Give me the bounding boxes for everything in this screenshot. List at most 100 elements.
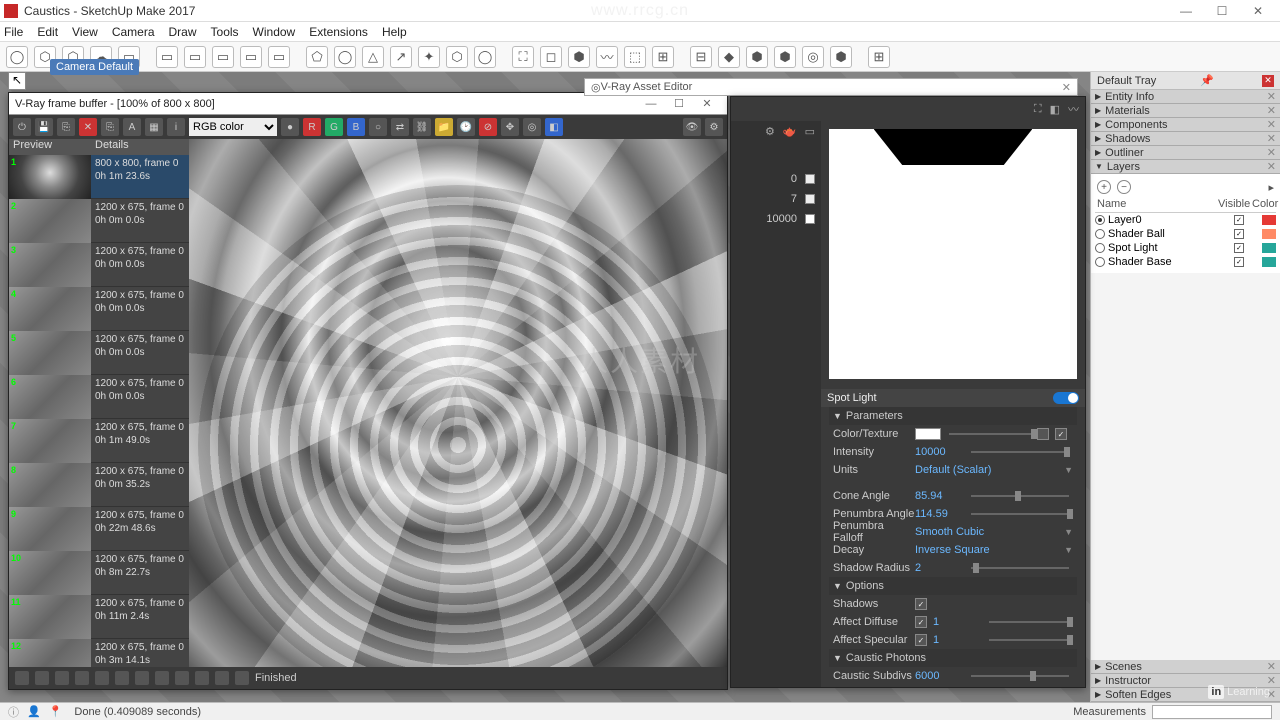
layer-row[interactable]: Layer0✓ xyxy=(1095,213,1276,227)
val-affect-diffuse[interactable]: 1 xyxy=(933,616,985,628)
vfb-titlebar[interactable]: V-Ray frame buffer - [100% of 800 x 800]… xyxy=(9,93,727,115)
penumbra-slider[interactable] xyxy=(971,513,1069,515)
swap-icon[interactable]: ⇄ xyxy=(391,118,409,136)
window-min[interactable]: — xyxy=(1168,0,1204,22)
history-item[interactable]: 31200 x 675, frame 00h 0m 0.0s xyxy=(9,243,189,287)
remove-layer-icon[interactable]: − xyxy=(1117,180,1131,194)
stop-icon[interactable]: ⊘ xyxy=(479,118,497,136)
sb-icon[interactable] xyxy=(195,671,209,685)
units-dropdown[interactable]: Default (Scalar) xyxy=(915,464,1064,476)
toolbar-btn-5[interactable]: ▭ xyxy=(156,46,178,68)
cone-slider[interactable] xyxy=(971,495,1069,497)
geo-icon[interactable]: 📍 xyxy=(49,705,63,718)
asset-tab-close-icon[interactable]: ✕ xyxy=(1062,81,1071,94)
user-icon[interactable]: 👤 xyxy=(27,705,41,718)
history-item[interactable]: 61200 x 675, frame 00h 0m 0.0s xyxy=(9,375,189,419)
menu-window[interactable]: Window xyxy=(253,25,296,39)
layer-visible-checkbox[interactable]: ✓ xyxy=(1234,257,1244,267)
folder-icon[interactable]: 📁 xyxy=(435,118,453,136)
history-item[interactable]: 41200 x 675, frame 00h 0m 0.0s xyxy=(9,287,189,331)
channel-select[interactable]: RGB color xyxy=(189,118,277,136)
rgb-icon[interactable]: ● xyxy=(281,118,299,136)
lens-icon[interactable]: 👁 xyxy=(683,118,701,136)
toolbar-btn-26[interactable]: ⬢ xyxy=(774,46,796,68)
layer-radio[interactable] xyxy=(1095,257,1105,267)
sb-icon[interactable] xyxy=(95,671,109,685)
tray-title[interactable]: Default Tray 📌 ✕ xyxy=(1091,72,1280,90)
tex-chk2[interactable]: ✓ xyxy=(1055,428,1067,440)
diffuse-slider[interactable] xyxy=(989,621,1069,623)
toolbar-btn-13[interactable]: ↗ xyxy=(390,46,412,68)
compare-icon[interactable]: ◧ xyxy=(545,118,563,136)
val-affect-specular[interactable]: 1 xyxy=(933,634,985,646)
history-item[interactable]: 91200 x 675, frame 00h 22m 48.6s xyxy=(9,507,189,551)
history-item[interactable]: 81200 x 675, frame 00h 0m 35.2s xyxy=(9,463,189,507)
gear-icon[interactable]: ⚙ xyxy=(765,125,775,147)
asset-settings-icon[interactable]: 〰 xyxy=(1068,101,1079,117)
tray-close-icon[interactable]: ✕ xyxy=(1262,75,1274,87)
toolbar-btn-6[interactable]: ▭ xyxy=(184,46,206,68)
sb-icon[interactable] xyxy=(115,671,129,685)
layer-color-swatch[interactable] xyxy=(1262,229,1276,239)
toolbar-btn-9[interactable]: ▭ xyxy=(268,46,290,68)
mono-icon[interactable]: ○ xyxy=(369,118,387,136)
region-icon[interactable]: ✥ xyxy=(501,118,519,136)
layer-radio[interactable] xyxy=(1095,229,1105,239)
r-channel[interactable]: R xyxy=(303,118,321,136)
sb-icon[interactable] xyxy=(215,671,229,685)
toolbar-btn-23[interactable]: ⊟ xyxy=(690,46,712,68)
add-layer-icon[interactable]: + xyxy=(1097,180,1111,194)
toolbar-btn-17[interactable]: ⛶ xyxy=(512,46,534,68)
panel-scenes[interactable]: ▶Scenes✕ xyxy=(1091,660,1280,674)
history-icon[interactable]: 🕑 xyxy=(457,118,475,136)
toolbar-btn-27[interactable]: ◎ xyxy=(802,46,824,68)
sb-icon[interactable] xyxy=(15,671,29,685)
val-shadow-radius[interactable]: 2 xyxy=(915,562,967,574)
toolbar-btn-12[interactable]: △ xyxy=(362,46,384,68)
save-icon[interactable]: 💾 xyxy=(35,118,53,136)
history-item[interactable]: 111200 x 675, frame 00h 11m 2.4s xyxy=(9,595,189,639)
tex-chk[interactable] xyxy=(1037,428,1049,440)
parameters-section[interactable]: ▼Parameters xyxy=(829,407,1077,425)
info-icon[interactable]: i xyxy=(167,118,185,136)
link-icon[interactable]: ⛓ xyxy=(413,118,431,136)
layer-visible-checkbox[interactable]: ✓ xyxy=(1234,215,1244,225)
toolbar-btn-21[interactable]: ⬚ xyxy=(624,46,646,68)
toolbar-btn-19[interactable]: ⬢ xyxy=(568,46,590,68)
panel-materials[interactable]: ▶Materials✕ xyxy=(1091,104,1280,118)
layer-color-swatch[interactable] xyxy=(1262,243,1276,253)
asset-expand-icon[interactable]: ⛶ xyxy=(1034,103,1042,116)
asset-dock-icon[interactable]: ◧ xyxy=(1050,103,1060,116)
caustic-slider[interactable] xyxy=(971,675,1069,677)
toolbar-btn-14[interactable]: ✦ xyxy=(418,46,440,68)
menu-view[interactable]: View xyxy=(72,25,98,39)
sb-icon[interactable] xyxy=(55,671,69,685)
g-channel[interactable]: G xyxy=(325,118,343,136)
history-item[interactable]: 121200 x 675, frame 00h 3m 14.1s xyxy=(9,639,189,667)
vfb-render-view[interactable] xyxy=(189,139,727,667)
toolbar-btn-8[interactable]: ▭ xyxy=(240,46,262,68)
sb-icon[interactable] xyxy=(175,671,189,685)
toolbar-btn-25[interactable]: ⬢ xyxy=(746,46,768,68)
window-close[interactable]: ✕ xyxy=(1240,0,1276,22)
history-item[interactable]: 71200 x 675, frame 00h 1m 49.0s xyxy=(9,419,189,463)
side-swatch[interactable] xyxy=(805,214,815,224)
history-item[interactable]: 21200 x 675, frame 00h 0m 0.0s xyxy=(9,199,189,243)
vfb-min[interactable]: — xyxy=(637,98,665,110)
toolbar-btn-24[interactable]: ◆ xyxy=(718,46,740,68)
toolbar-btn-18[interactable]: ◻ xyxy=(540,46,562,68)
vfb-history-list[interactable]: 1800 x 800, frame 00h 1m 23.6s21200 x 67… xyxy=(9,155,189,667)
asset-editor-tab[interactable]: ◎ V-Ray Asset Editor ✕ xyxy=(584,78,1078,96)
measurements-input[interactable] xyxy=(1152,705,1272,719)
copy-icon[interactable]: ⎘ xyxy=(101,118,119,136)
val-cone[interactable]: 85.94 xyxy=(915,490,967,502)
save-all-icon[interactable]: ⎘ xyxy=(57,118,75,136)
val-intensity[interactable]: 10000 xyxy=(915,446,967,458)
menu-help[interactable]: Help xyxy=(382,25,407,39)
menu-file[interactable]: File xyxy=(4,25,23,39)
grid-icon[interactable]: ▦ xyxy=(145,118,163,136)
panel-entity-info[interactable]: ▶Entity Info✕ xyxy=(1091,90,1280,104)
menu-edit[interactable]: Edit xyxy=(37,25,58,39)
toolbar-btn-22[interactable]: ⊞ xyxy=(652,46,674,68)
sb-icon[interactable] xyxy=(235,671,249,685)
